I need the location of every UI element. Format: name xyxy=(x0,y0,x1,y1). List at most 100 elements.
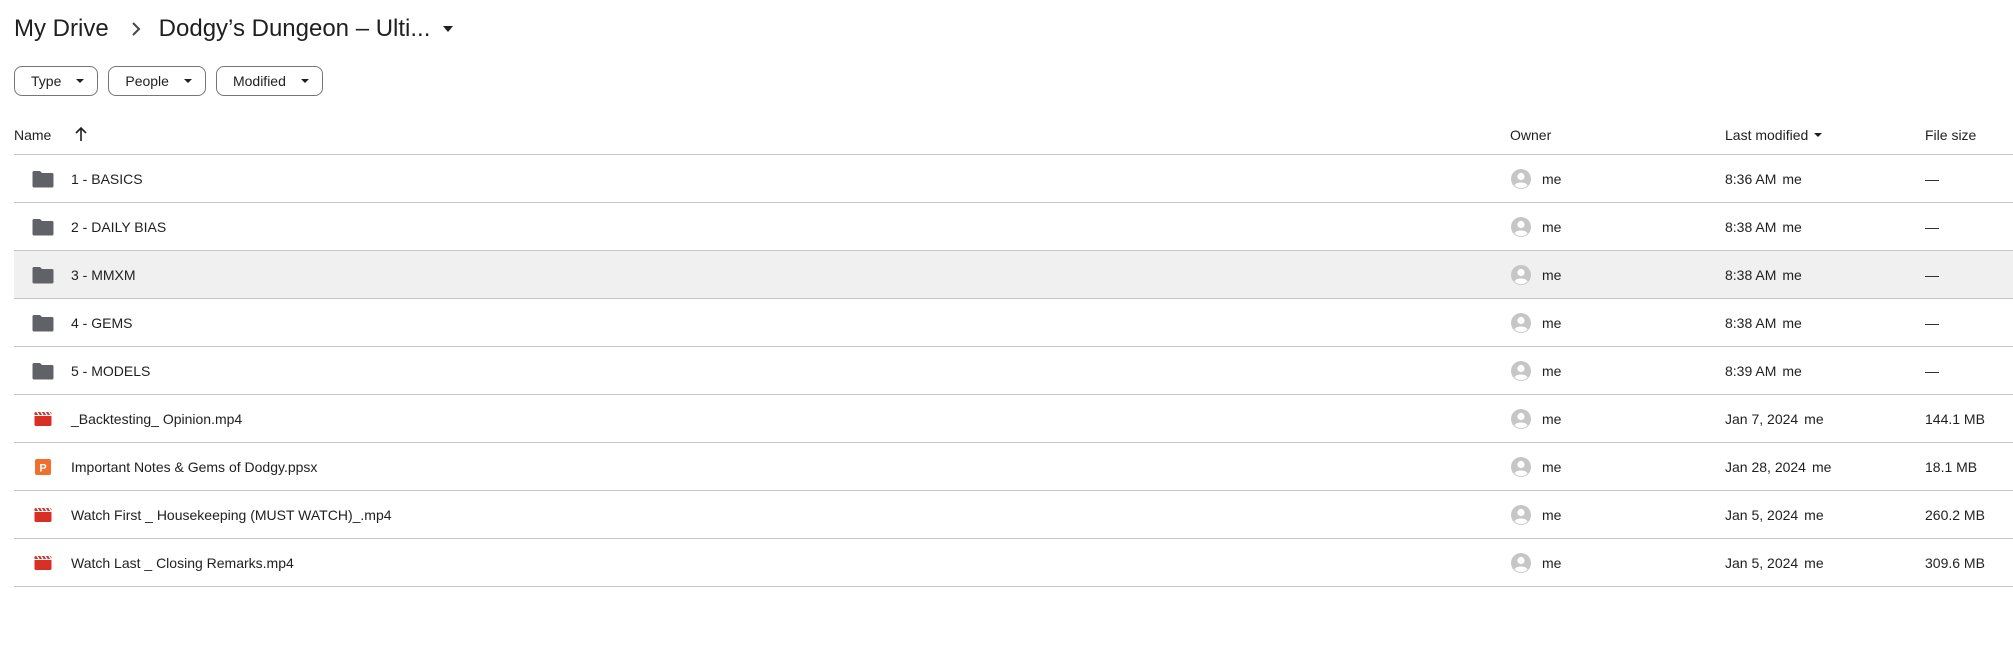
modified-by: me xyxy=(1782,266,1802,283)
owner-cell: me xyxy=(1510,251,1561,298)
file-size: — xyxy=(1925,170,1939,187)
caret-down-icon xyxy=(430,17,466,41)
owner-name: me xyxy=(1542,506,1562,523)
modified-cell: 8:36 AM me xyxy=(1725,155,1802,202)
folder-icon xyxy=(32,251,54,298)
slides-file-icon: P xyxy=(32,443,54,490)
filter-modified-label: Modified xyxy=(232,73,286,89)
svg-text:P: P xyxy=(39,462,46,474)
modified-date: Jan 5, 2024 xyxy=(1725,506,1799,523)
avatar-icon xyxy=(1510,360,1532,382)
file-name: 4 - GEMS xyxy=(71,314,133,331)
modified-by: me xyxy=(1804,554,1824,571)
owner-name: me xyxy=(1542,554,1562,571)
column-header-last-modified[interactable]: Last modified xyxy=(1725,116,1823,154)
file-size: 260.2 MB xyxy=(1925,506,1985,523)
breadcrumb-current-folder[interactable]: Dodgy’s Dungeon – Ulti... xyxy=(159,15,467,43)
modified-date: 8:36 AM xyxy=(1725,170,1777,187)
modified-by: me xyxy=(1782,218,1802,235)
file-name: 2 - DAILY BIAS xyxy=(71,218,167,235)
file-name: 3 - MMXM xyxy=(71,266,136,283)
modified-cell: 8:38 AM me xyxy=(1725,251,1802,298)
caret-down-icon xyxy=(300,78,310,84)
owner-cell: me xyxy=(1510,491,1561,538)
avatar-icon xyxy=(1510,312,1532,334)
sort-direction-button[interactable] xyxy=(74,116,88,154)
breadcrumb-my-drive[interactable]: My Drive xyxy=(14,13,113,45)
table-row[interactable]: 5 - MODELS me 8:39 AM me — xyxy=(14,347,2013,395)
folder-icon xyxy=(32,203,54,250)
last-modified-label: Last modified xyxy=(1725,127,1809,143)
owner-cell: me xyxy=(1510,539,1561,586)
file-size: 144.1 MB xyxy=(1925,410,1985,427)
filter-type-chip[interactable]: Type xyxy=(14,66,99,96)
file-size: — xyxy=(1925,266,1939,283)
video-file-icon xyxy=(32,539,54,586)
table-row[interactable]: Watch Last _ Closing Remarks.mp4 me Jan 5,… xyxy=(14,539,2013,587)
file-size: — xyxy=(1925,218,1939,235)
modified-cell: Jan 5, 2024 me xyxy=(1725,539,1824,586)
table-row[interactable]: P Important Notes & Gems of Dodgy.ppsx me J… xyxy=(14,443,2013,491)
table-row[interactable]: 2 - DAILY BIAS me 8:38 AM me — xyxy=(14,203,2013,251)
filter-people-label: People xyxy=(125,73,169,89)
avatar-icon xyxy=(1510,216,1532,238)
modified-cell: Jan 7, 2024 me xyxy=(1725,395,1824,442)
folder-icon xyxy=(32,155,54,202)
file-size: — xyxy=(1925,314,1939,331)
file-name: Watch First _ Housekeeping (MUST WATCH)_… xyxy=(71,506,392,523)
file-name: Important Notes & Gems of Dodgy.ppsx xyxy=(71,458,318,475)
caret-down-icon xyxy=(183,78,193,84)
caret-down-icon xyxy=(1813,132,1823,138)
table-row[interactable]: Watch First _ Housekeeping (MUST WATCH)_… xyxy=(14,491,2013,539)
avatar-icon xyxy=(1510,264,1532,286)
file-name: Watch Last _ Closing Remarks.mp4 xyxy=(71,554,294,571)
owner-name: me xyxy=(1542,410,1562,427)
caret-down-icon xyxy=(75,78,85,84)
file-table: Name Owner Last modified File size 1 - B… xyxy=(14,116,2013,587)
owner-cell: me xyxy=(1510,347,1561,394)
filter-modified-chip[interactable]: Modified xyxy=(215,66,323,96)
breadcrumb: My Drive Dodgy’s Dungeon – Ulti... xyxy=(14,12,466,46)
file-size: 18.1 MB xyxy=(1925,458,1978,475)
avatar-icon xyxy=(1510,456,1532,478)
folder-icon xyxy=(32,347,54,394)
table-row[interactable]: _Backtesting_ Opinion.mp4 me Jan 7, 2024 me… xyxy=(14,395,2013,443)
column-header-name[interactable]: Name xyxy=(14,116,51,154)
owner-cell: me xyxy=(1510,203,1561,250)
table-row[interactable]: 1 - BASICS me 8:36 AM me — xyxy=(14,155,2013,203)
column-header-file-size[interactable]: File size xyxy=(1925,116,1976,154)
column-header-owner[interactable]: Owner xyxy=(1510,116,1551,154)
avatar-icon xyxy=(1510,552,1532,574)
modified-date: Jan 7, 2024 xyxy=(1725,410,1799,427)
chevron-right-icon xyxy=(113,17,159,41)
owner-cell: me xyxy=(1510,155,1561,202)
modified-cell: Jan 28, 2024 me xyxy=(1725,443,1831,490)
file-size: — xyxy=(1925,362,1939,379)
file-name: _Backtesting_ Opinion.mp4 xyxy=(71,410,243,427)
arrow-up-icon xyxy=(74,126,88,145)
modified-cell: 8:38 AM me xyxy=(1725,203,1802,250)
filter-type-label: Type xyxy=(31,73,62,89)
modified-date: 8:39 AM xyxy=(1725,362,1777,379)
video-file-icon xyxy=(32,395,54,442)
owner-name: me xyxy=(1542,314,1562,331)
file-size: 309.6 MB xyxy=(1925,554,1985,571)
file-list: 1 - BASICS me 8:36 AM me —2 - DAILY BIAS me 8:… xyxy=(14,155,2013,587)
owner-cell: me xyxy=(1510,443,1561,490)
owner-name: me xyxy=(1542,170,1562,187)
file-name: 5 - MODELS xyxy=(71,362,151,379)
table-row[interactable]: 3 - MMXM me 8:38 AM me — xyxy=(14,251,2013,299)
owner-name: me xyxy=(1542,458,1562,475)
breadcrumb-current-label: Dodgy’s Dungeon – Ulti... xyxy=(158,15,431,42)
owner-name: me xyxy=(1542,218,1562,235)
modified-cell: 8:39 AM me xyxy=(1725,347,1802,394)
avatar-icon xyxy=(1510,504,1532,526)
filter-people-chip[interactable]: People xyxy=(108,66,206,96)
folder-icon xyxy=(32,299,54,346)
file-name: 1 - BASICS xyxy=(71,170,143,187)
modified-date: Jan 28, 2024 xyxy=(1725,458,1806,475)
modified-date: 8:38 AM xyxy=(1725,314,1777,331)
modified-by: me xyxy=(1804,506,1824,523)
table-row[interactable]: 4 - GEMS me 8:38 AM me — xyxy=(14,299,2013,347)
modified-date: 8:38 AM xyxy=(1725,218,1777,235)
